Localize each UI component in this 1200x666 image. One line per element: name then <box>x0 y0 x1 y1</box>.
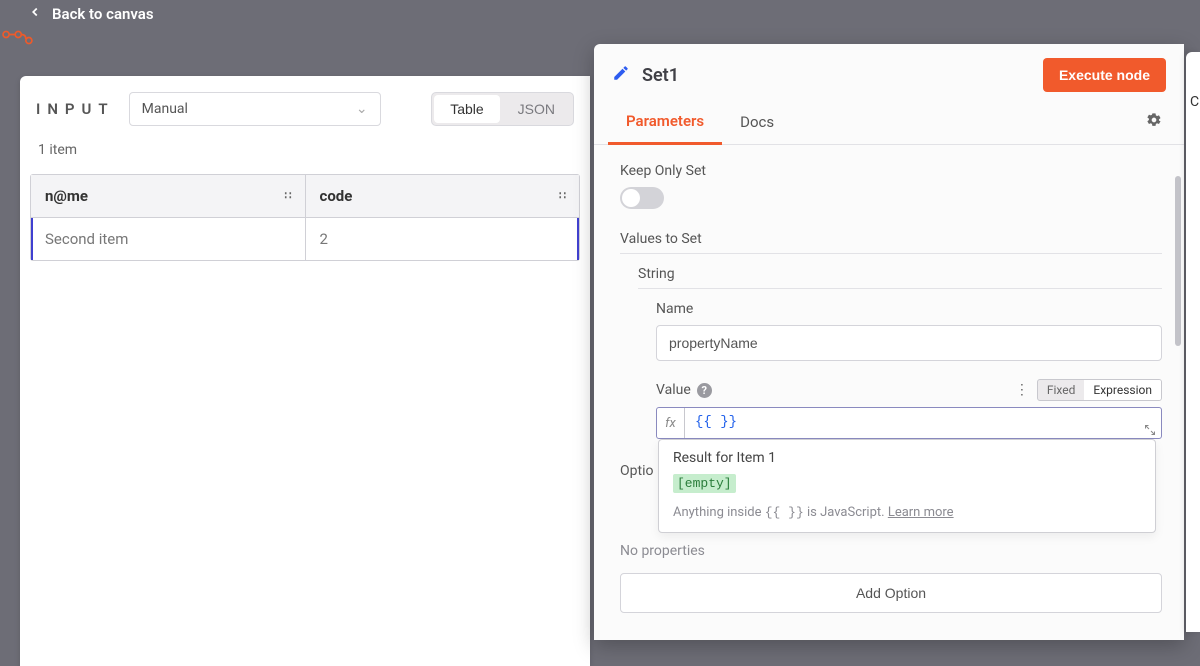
string-section-label: String <box>638 266 1162 282</box>
tab-parameters[interactable]: Parameters <box>608 102 722 145</box>
cell-name: Second item <box>31 218 306 260</box>
add-option-button[interactable]: Add Option <box>620 573 1162 613</box>
name-label: Name <box>656 301 1162 317</box>
keep-only-set-label: Keep Only Set <box>620 163 1162 179</box>
logo-icon <box>0 26 38 50</box>
input-mode-select[interactable]: Manual ⌄ <box>129 92 381 126</box>
expand-icon[interactable] <box>1139 408 1161 438</box>
output-panel-edge: C <box>1186 52 1200 632</box>
view-table-button[interactable]: Table <box>434 95 499 123</box>
scrollbar[interactable] <box>1175 176 1181 346</box>
expression-value[interactable]: {{ }} <box>685 408 1139 438</box>
learn-more-link[interactable]: Learn more <box>888 505 954 520</box>
no-properties-label: No properties <box>620 543 1162 559</box>
back-label[interactable]: Back to canvas <box>52 5 154 23</box>
expression-mode-button[interactable]: Expression <box>1084 380 1161 400</box>
view-json-button[interactable]: JSON <box>502 95 571 123</box>
options-label-partial: Optio <box>620 463 653 479</box>
edit-icon <box>612 64 630 87</box>
input-table: n@me ∷ code ∷ Second item 2 <box>30 174 580 261</box>
back-arrow-icon[interactable] <box>28 5 42 23</box>
input-panel: INPUT Manual ⌄ Table JSON 1 item n@me ∷ … <box>20 76 590 666</box>
help-icon[interactable]: ? <box>697 383 712 398</box>
col-header-name: n@me ∷ <box>31 175 306 217</box>
input-mode-value: Manual <box>142 101 188 117</box>
expression-result-popup: Result for Item 1 [empty] Anything insid… <box>658 439 1156 533</box>
value-label: Value <box>656 382 691 398</box>
drag-handle-icon[interactable]: ∷ <box>285 193 291 199</box>
gear-icon[interactable] <box>1138 104 1170 142</box>
expression-input[interactable]: fx {{ }} <box>656 407 1162 439</box>
result-value: [empty] <box>673 474 736 493</box>
chevron-down-icon: ⌄ <box>356 101 368 117</box>
node-name: Set1 <box>642 65 1043 86</box>
keep-only-set-toggle[interactable] <box>620 187 664 209</box>
name-input[interactable] <box>656 325 1162 361</box>
fx-icon: fx <box>657 408 685 438</box>
input-title: INPUT <box>36 100 119 118</box>
cell-code: 2 <box>306 218 580 260</box>
options-menu-icon[interactable]: ⋮ <box>1015 382 1029 398</box>
item-count: 1 item <box>20 126 590 166</box>
values-to-set-label: Values to Set <box>620 231 1162 247</box>
table-row[interactable]: Second item 2 <box>31 217 579 260</box>
result-label: Result for Item 1 <box>673 450 1141 466</box>
topbar: Back to canvas <box>0 0 1200 28</box>
node-panel: Set1 Execute node Parameters Docs Keep O… <box>594 44 1184 640</box>
col-header-code: code ∷ <box>306 175 580 217</box>
fixed-mode-button[interactable]: Fixed <box>1038 380 1085 400</box>
drag-handle-icon[interactable]: ∷ <box>559 193 565 199</box>
view-toggle: Table JSON <box>431 92 574 126</box>
execute-node-button[interactable]: Execute node <box>1043 58 1166 92</box>
value-mode-toggle: Fixed Expression <box>1037 379 1162 401</box>
tab-docs[interactable]: Docs <box>722 103 792 143</box>
js-hint: Anything inside {{ }} is JavaScript. Lea… <box>673 505 1141 520</box>
